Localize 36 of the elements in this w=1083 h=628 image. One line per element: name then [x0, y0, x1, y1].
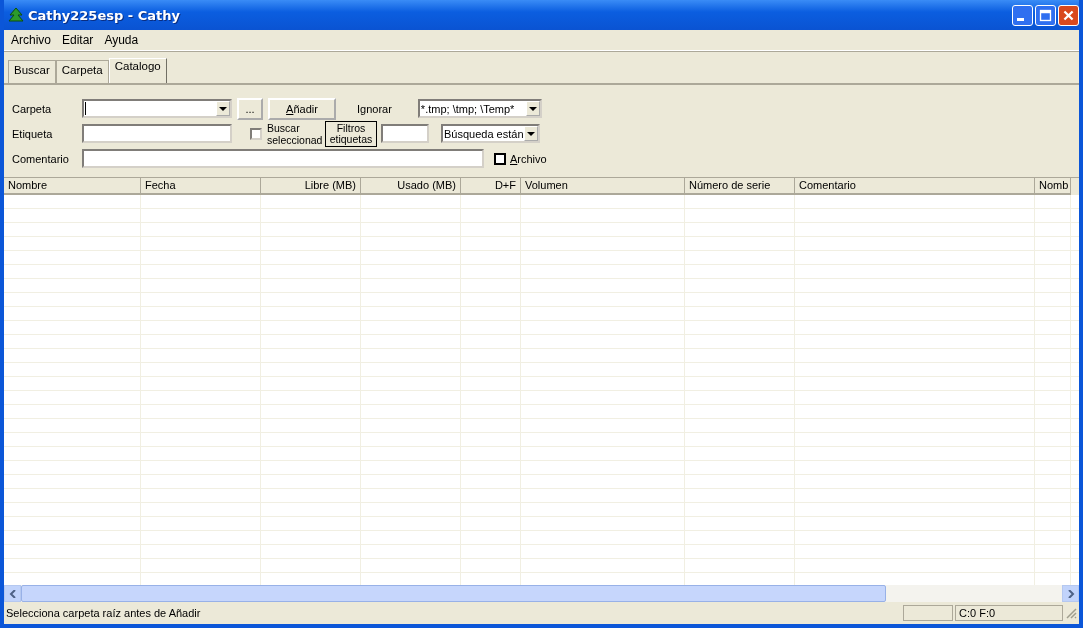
filter-button[interactable]: Filtros etiquetas	[325, 120, 377, 147]
menu-item[interactable]: Archivo	[6, 33, 57, 47]
checkbox[interactable]	[494, 152, 506, 165]
horizontal-scrollbar[interactable]	[4, 585, 1079, 602]
scroll-left-button[interactable]	[4, 585, 21, 602]
add-button[interactable]: Añadir	[268, 97, 336, 120]
status-panel	[903, 605, 953, 621]
scrollbar-thumb[interactable]	[21, 585, 886, 602]
minimize-button[interactable]	[1012, 4, 1033, 26]
field-label: Ignorar	[357, 102, 392, 115]
field-label: Carpeta	[12, 102, 53, 115]
tag-field[interactable]	[82, 124, 232, 143]
comment-field[interactable]	[82, 149, 484, 168]
checkbox-label[interactable]: Buscar seleccionad	[267, 121, 325, 146]
field-label: Etiqueta	[12, 127, 54, 140]
tab[interactable]: Catalogo	[108, 58, 167, 83]
tree-icon	[8, 7, 24, 23]
tab[interactable]: Carpeta	[55, 60, 109, 83]
filter-field[interactable]	[381, 124, 429, 143]
field-label: Comentario	[12, 152, 70, 165]
browse-button[interactable]: ...	[237, 97, 263, 120]
menu-item[interactable]: Editar	[57, 33, 100, 47]
window-title: Cathy225esp - Cathy	[28, 7, 181, 23]
checkbox-label[interactable]: Archivo	[510, 152, 547, 165]
status-counts: C:0 F:0	[955, 605, 1063, 621]
tab[interactable]: Buscar	[8, 60, 56, 83]
minimize-icon	[1017, 17, 1024, 21]
ignore-combo[interactable]: *.tmp; \tmp; \Temp*	[417, 99, 542, 118]
search-mode-combo[interactable]: Búsqueda están	[441, 124, 540, 143]
scroll-right-button[interactable]	[1062, 585, 1079, 602]
close-button[interactable]	[1058, 4, 1079, 26]
folder-combo[interactable]	[82, 99, 232, 118]
status-message: Selecciona carpeta raíz antes de Añadir	[6, 607, 202, 619]
menu-item[interactable]: Ayuda	[99, 33, 145, 47]
maximize-button[interactable]	[1035, 4, 1056, 26]
resize-grip-icon	[1065, 607, 1077, 619]
